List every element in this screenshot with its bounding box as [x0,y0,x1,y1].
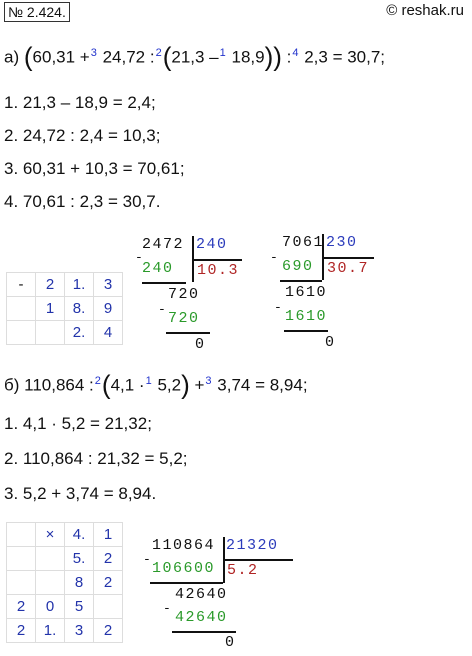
grid-row: - 2 1. 3 [6,272,123,297]
minus-sign: - [143,552,153,567]
grid-row: 2 1. 3 2 [6,618,123,643]
subtraction-line [284,330,328,332]
multiplication-grid: × 4. 1 5. 2 8 2 2 0 5 2 1. 3 2 [6,522,123,643]
order-4: 4 [292,47,299,59]
subtrahend-1: 106600 [152,560,216,577]
final-remainder: 0 [195,336,206,353]
final-remainder: 0 [225,634,236,651]
order-3: 3 [205,375,212,387]
part-b-prefix: б) [4,375,20,395]
subtraction-grid: - 2 1. 3 1 8. 9 2. 4 [6,272,123,345]
part-a-step-4: 4. 70,61 : 2,3 = 30,7. [4,192,161,211]
quotient: 30.7 [327,260,370,277]
grid-row: × 4. 1 [6,522,123,547]
subtraction-line [142,282,186,284]
site-credit: © reshak.ru [386,2,464,19]
minus-sign: - [270,250,280,265]
remainder-1: 42640 [175,586,228,603]
divisor: 21320 [226,537,279,554]
part-a-prefix: а) [4,47,20,67]
order-1: 1 [219,47,226,59]
remainder-1: 720 [168,286,200,303]
subtraction-line [166,332,210,334]
remainder-1: 1610 [285,284,328,301]
divisor-underline [192,259,242,261]
subtrahend-2: 42640 [175,609,228,626]
part-a-step-3: 3. 60,31 + 10,3 = 70,61; [4,159,185,178]
divisor-underline [322,257,374,259]
grid-row: 5. 2 [6,546,123,571]
subtrahend-2: 1610 [285,308,328,325]
grid-row: 1 8. 9 [6,296,123,321]
grid-row: 2 0 5 [6,594,123,619]
order-2: 2 [155,47,162,59]
part-a-step-1: 1. 21,3 – 18,9 = 2,4; [4,93,156,112]
minus-sign: - [163,601,173,616]
part-b-step-3: 3. 5,2 + 3,74 = 8,94. [4,484,157,503]
subtraction-line [172,631,236,633]
subtrahend-1: 240 [142,260,174,277]
dividend: 2472 [142,236,185,253]
subtraction-line [280,280,322,282]
quotient: 10.3 [197,262,240,279]
divisor: 230 [326,234,358,251]
dividend: 110864 [152,537,216,554]
part-b-step-2: 2. 110,864 : 21,32 = 5,2; [4,449,188,468]
minus-sign: - [274,300,284,315]
subtrahend-1: 690 [282,258,314,275]
quotient: 5.2 [227,562,259,579]
subtrahend-2: 720 [168,310,200,327]
divisor: 240 [196,236,228,253]
problem-number: № 2.424. [4,2,70,22]
order-2: 2 [94,375,101,387]
minus-sign: - [158,302,168,317]
final-remainder: 0 [325,334,336,351]
part-b-expression: б) 110,864 :2(4,1 ·1 5,2) +3 3,74 = 8,94… [4,369,308,400]
order-3: 3 [90,47,97,59]
dividend: 7061 [282,234,325,251]
grid-row: 8 2 [6,570,123,595]
grid-row: 2. 4 [6,320,123,345]
divisor-underline [223,559,293,561]
subtraction-line [150,582,223,584]
order-1: 1 [145,375,152,387]
part-a-step-2: 2. 24,72 : 2,4 = 10,3; [4,126,161,145]
part-a-expression: а) (60,31 +3 24,72 :2(21,3 –1 18,9)) :4 … [4,41,386,72]
part-b-step-1: 1. 4,1 · 5,2 = 21,32; [4,414,152,433]
